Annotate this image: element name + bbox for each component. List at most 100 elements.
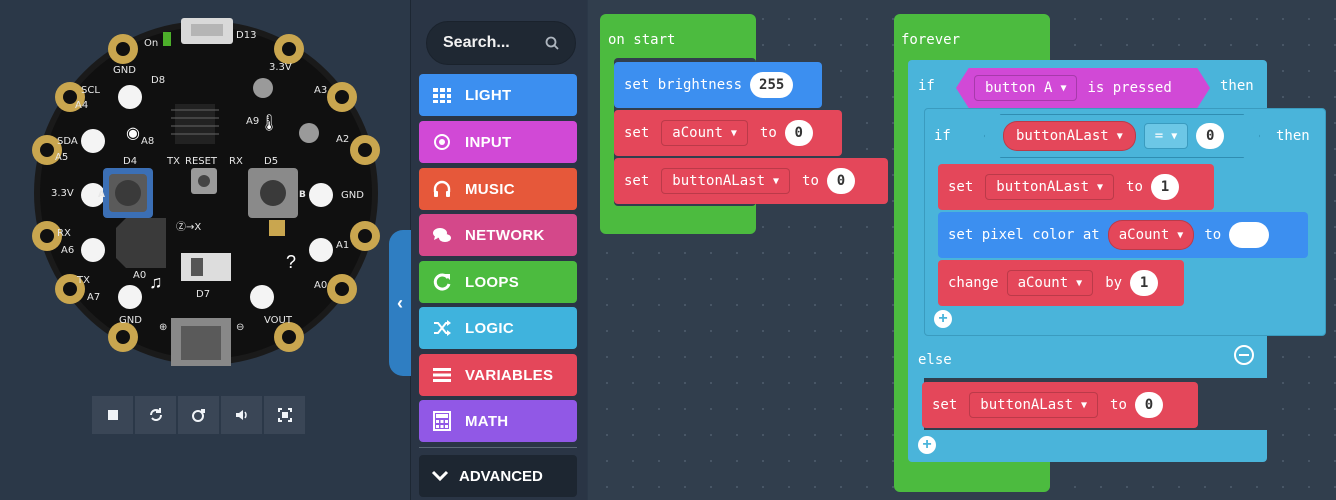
set-brightness-block[interactable]: set brightness 255	[614, 62, 822, 108]
add-elseif-plus-icon[interactable]: +	[918, 436, 936, 454]
operator-dropdown[interactable]: = ▼	[1143, 123, 1189, 149]
change-acount-block[interactable]: change aCount ▼ by 1	[938, 260, 1184, 306]
add-else-plus-icon[interactable]: +	[934, 310, 952, 328]
restart-button[interactable]	[135, 396, 176, 434]
buttonalast-var-reporter[interactable]: buttonALast ▼	[1003, 121, 1136, 151]
label-a3: A3	[314, 85, 327, 96]
sound-button[interactable]	[178, 396, 219, 434]
dropdown-caret-icon: ▼	[1116, 130, 1123, 142]
label-a0: A0	[314, 280, 327, 291]
volume-button[interactable]	[221, 396, 262, 434]
brightness-value[interactable]: 255	[750, 72, 794, 98]
label-a6: A6	[61, 245, 74, 256]
button-a-dropdown[interactable]: button A ▼	[974, 75, 1078, 101]
label-a8: A8	[141, 136, 154, 147]
buttonalast-dropdown-label: buttonALast	[980, 397, 1074, 413]
forever-label: forever	[901, 32, 961, 48]
buttonalast-dropdown-label: buttonALast	[996, 179, 1090, 195]
buttonalast-var-label: buttonALast	[1016, 128, 1109, 144]
change-label: change	[948, 275, 999, 291]
set-acount-block[interactable]: set aCount ▼ to 0	[614, 110, 842, 156]
restart-icon	[149, 408, 162, 421]
category-variables-label: VARIABLES	[465, 366, 554, 384]
category-math[interactable]: MATH	[419, 400, 577, 442]
color-picker[interactable]	[1229, 222, 1270, 248]
buttonalast-value[interactable]: 0	[1134, 392, 1163, 418]
button-pressed-condition[interactable]: button A ▼ is pressed	[956, 68, 1210, 108]
acount-dropdown-label: aCount	[1017, 275, 1069, 291]
label-a9: A9	[246, 116, 259, 127]
operator-label: =	[1154, 128, 1164, 144]
category-loops[interactable]: LOOPS	[419, 261, 577, 303]
category-variables[interactable]: VARIABLES	[419, 354, 577, 396]
search-input[interactable]: Search...	[426, 21, 576, 65]
fullscreen-icon	[277, 408, 292, 422]
set-buttonalast-0-block[interactable]: set buttonALast ▼ to 0	[922, 382, 1198, 428]
buttonalast-dropdown[interactable]: buttonALast ▼	[969, 392, 1099, 418]
label-on: On	[144, 38, 158, 49]
label-gnd-top: GND	[113, 65, 136, 76]
label-gnd-right: GND	[341, 190, 364, 201]
category-music[interactable]: MUSIC	[419, 168, 577, 210]
label-scl: SCL	[81, 85, 100, 96]
category-advanced[interactable]: ADVANCED	[419, 455, 577, 497]
buttonalast-dropdown[interactable]: buttonALast ▼	[661, 168, 791, 194]
dropdown-caret-icon: ▼	[1097, 181, 1104, 193]
compare-value[interactable]: 0	[1196, 123, 1225, 149]
blocks-workspace[interactable]: on start set brightness 255 set aCount ▼ …	[588, 0, 1336, 500]
acount-var-label: aCount	[1118, 227, 1170, 243]
sound-icon	[191, 409, 205, 422]
eye-icon: ◉	[126, 125, 140, 142]
chevron-left-icon: ‹	[397, 292, 403, 313]
label-button-b: B	[299, 190, 306, 200]
input-target-icon	[431, 131, 453, 153]
set-pixel-color-block[interactable]: set pixel color at aCount ▼ to	[938, 212, 1308, 258]
circuit-playground-board[interactable]: D8 A8 A9 D4 D5 RESET TX RX A0 D7 On D13 …	[31, 18, 381, 368]
buttonalast-value[interactable]: 1	[1150, 174, 1179, 200]
set-buttonalast-1-block[interactable]: set buttonALast ▼ to 1	[938, 164, 1214, 210]
label-a7: A7	[87, 292, 100, 303]
search-icon	[545, 36, 559, 50]
collapse-simulator-tab[interactable]: ‹	[389, 230, 411, 376]
acount-dropdown[interactable]: aCount ▼	[661, 120, 748, 146]
label-x-axis: Ⓩ→X	[176, 221, 201, 233]
label-button-a: A	[98, 190, 105, 200]
category-network[interactable]: NETWORK	[419, 214, 577, 256]
volume-icon	[235, 410, 247, 420]
set-brightness-label: set brightness	[624, 77, 743, 93]
acount-value[interactable]: 0	[784, 120, 813, 146]
shuffle-icon	[431, 317, 453, 339]
category-light[interactable]: LIGHT	[419, 74, 577, 116]
set-buttonalast-block[interactable]: set buttonALast ▼ to 0	[614, 158, 888, 204]
category-input-label: INPUT	[465, 133, 512, 151]
fullscreen-button[interactable]	[264, 396, 305, 434]
label-d7: D7	[196, 289, 210, 300]
category-music-label: MUSIC	[465, 180, 515, 198]
on-start-label: on start	[608, 32, 676, 48]
category-logic[interactable]: LOGIC	[419, 307, 577, 349]
headphones-icon	[431, 178, 453, 200]
simulator-panel: D8 A8 A9 D4 D5 RESET TX RX A0 D7 On D13 …	[0, 0, 411, 500]
buttonalast-dropdown[interactable]: buttonALast ▼	[985, 174, 1115, 200]
stop-button[interactable]	[92, 396, 133, 434]
remove-else-minus-icon[interactable]	[1234, 345, 1254, 365]
acount-dropdown[interactable]: aCount ▼	[1006, 270, 1094, 296]
category-input[interactable]: INPUT	[419, 121, 577, 163]
if-label: if	[918, 78, 935, 94]
calculator-icon	[431, 410, 453, 432]
toolbox-divider	[419, 447, 577, 448]
set-label: set	[624, 173, 650, 189]
buttonalast-value[interactable]: 0	[826, 168, 855, 194]
acount-var-reporter[interactable]: aCount ▼	[1107, 220, 1195, 250]
simulator-toolbar	[92, 396, 306, 434]
refresh-icon	[431, 271, 453, 293]
category-advanced-label: ADVANCED	[459, 467, 543, 485]
label-d13: D13	[236, 30, 256, 41]
label-a2: A2	[336, 134, 349, 145]
label-a1: A1	[336, 240, 349, 251]
change-value[interactable]: 1	[1130, 270, 1159, 296]
label-a5: A5	[55, 152, 68, 163]
compare-condition[interactable]: buttonALast ▼ = ▼ 0	[984, 114, 1260, 158]
music-note-icon: ♫	[149, 272, 163, 292]
by-label: by	[1105, 275, 1123, 291]
